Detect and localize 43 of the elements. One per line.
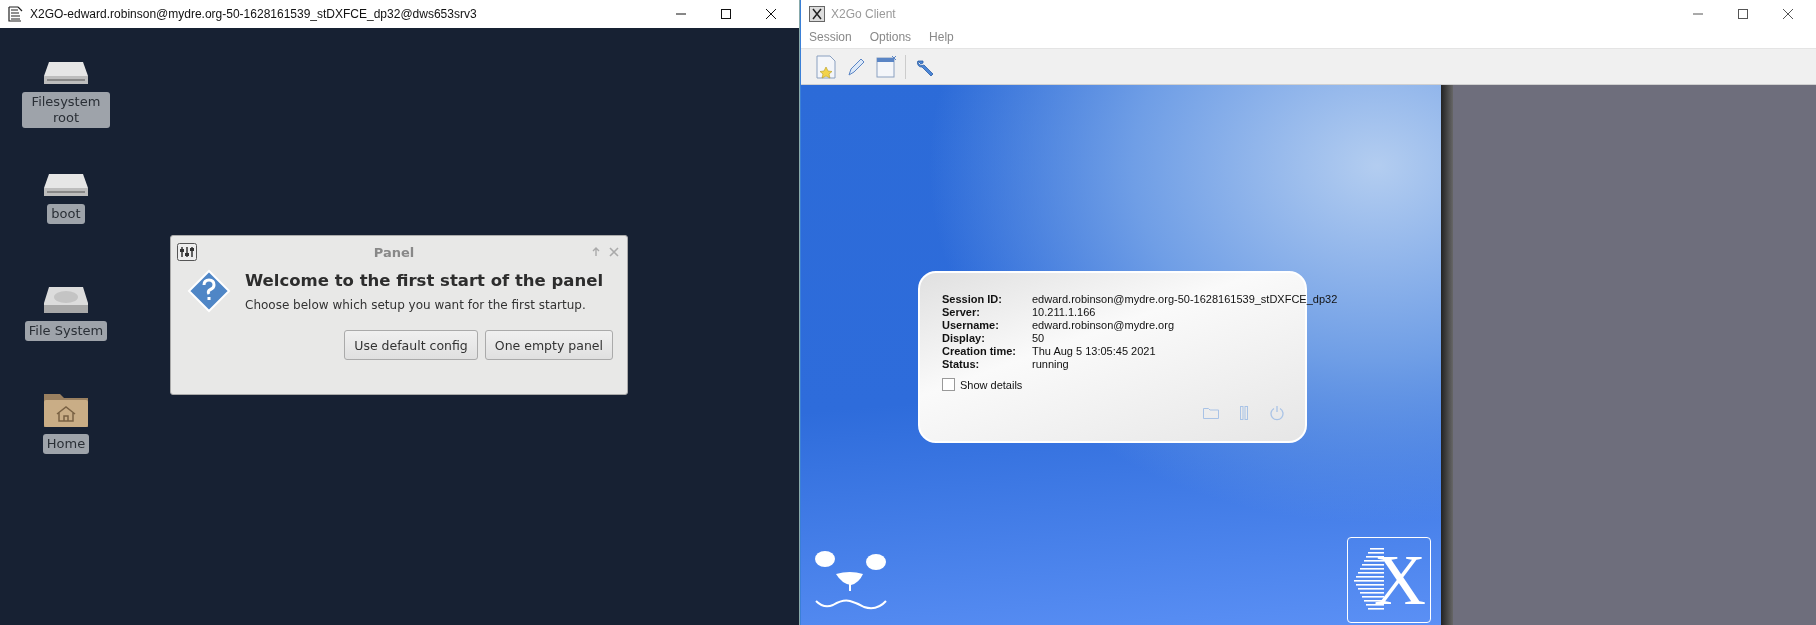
desktop-icon-label[interactable]: Home — [42, 434, 90, 454]
field-label: Display: — [942, 332, 986, 345]
checkbox[interactable] — [942, 378, 955, 391]
checkbox-label[interactable]: Show details — [960, 378, 1023, 391]
maximize-icon[interactable] — [720, 8, 732, 20]
drive-icon[interactable] — [43, 172, 89, 198]
question-icon — [187, 269, 231, 313]
field-value: 10.211.1.166 — [1032, 306, 1097, 319]
new-session-icon[interactable] — [815, 54, 837, 79]
arrow-up-icon[interactable] — [591, 247, 601, 257]
maximize-icon[interactable] — [1737, 8, 1749, 20]
panda-face-drawing — [815, 549, 887, 611]
desktop-icon-label[interactable]: boot — [47, 204, 85, 224]
dialog-button[interactable]: One empty panel — [484, 330, 613, 360]
window-icon[interactable] — [875, 54, 897, 79]
field-label: Session ID: — [942, 293, 1003, 306]
dialog-message: Choose below which setup you want for the first startup. — [245, 297, 587, 312]
field-label: Server: — [942, 306, 981, 319]
window-title: X2GO-edward.robinson@mydre.org-50-1628161539_stDXFCE_dp32@dws653srv3 — [30, 7, 477, 21]
panel-preferences-icon — [177, 243, 197, 261]
app-icon — [809, 6, 825, 22]
menu-item[interactable]: Session — [809, 30, 852, 48]
field-value: Thu Aug 5 13:05:45 2021 — [1032, 345, 1157, 358]
desktop-icon-label[interactable]: File System — [24, 321, 108, 341]
x2go-logo: X — [1347, 537, 1431, 623]
dialog-heading: Welcome to the first start of the panel — [245, 270, 604, 290]
close-icon[interactable] — [765, 8, 777, 20]
field-value: running — [1032, 358, 1070, 371]
field-label: Username: — [942, 319, 1000, 332]
menu-item[interactable]: Options — [869, 30, 912, 48]
dialog-button[interactable]: Use default config — [344, 330, 478, 360]
window-title: X2Go Client — [831, 7, 896, 21]
field-value: 50 — [1032, 332, 1046, 345]
field-value: edward.robinson@mydre.org — [1032, 319, 1175, 332]
field-label: Status: — [942, 358, 981, 371]
menu-item[interactable]: Help — [929, 30, 954, 48]
drive-icon[interactable] — [43, 60, 89, 86]
dialog-title: Panel — [372, 244, 416, 260]
desktop-icon-label[interactable]: Filesystem root — [22, 92, 110, 128]
app-icon — [8, 6, 24, 22]
field-value: edward.robinson@mydre.org-50-1628161539_stDXFCE_dp32 — [1032, 293, 1338, 306]
close-icon[interactable] — [1782, 8, 1794, 20]
field-label: Creation time: — [942, 345, 1017, 358]
